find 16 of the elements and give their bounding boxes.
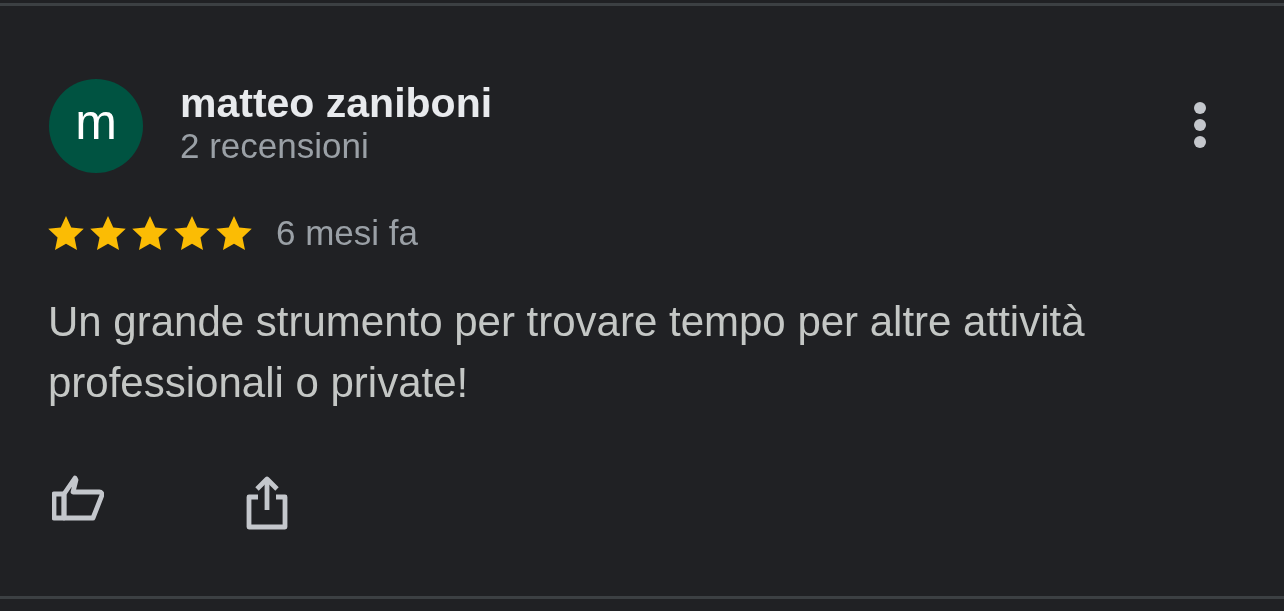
more-options-button[interactable] bbox=[1193, 101, 1207, 149]
filled-star-icon bbox=[174, 216, 210, 250]
filled-star-icon bbox=[48, 216, 84, 250]
avatar: m bbox=[49, 79, 143, 173]
reviewer-name: matteo zaniboni bbox=[180, 80, 494, 126]
more-vertical-icon bbox=[1193, 101, 1207, 149]
share-icon bbox=[245, 475, 289, 531]
filled-star-icon bbox=[216, 216, 252, 250]
review-text: Un grande strumento per trovare tempo per altre attività professionali o private! bbox=[48, 297, 1086, 408]
thumbs-up-icon bbox=[52, 475, 104, 521]
review-count: 2 recensioni bbox=[180, 126, 370, 166]
filled-star-icon bbox=[90, 216, 126, 250]
share-button[interactable] bbox=[245, 475, 289, 531]
like-button[interactable] bbox=[52, 475, 104, 521]
filled-star-icon bbox=[132, 216, 168, 250]
review-date: 6 mesi fa bbox=[276, 213, 418, 253]
